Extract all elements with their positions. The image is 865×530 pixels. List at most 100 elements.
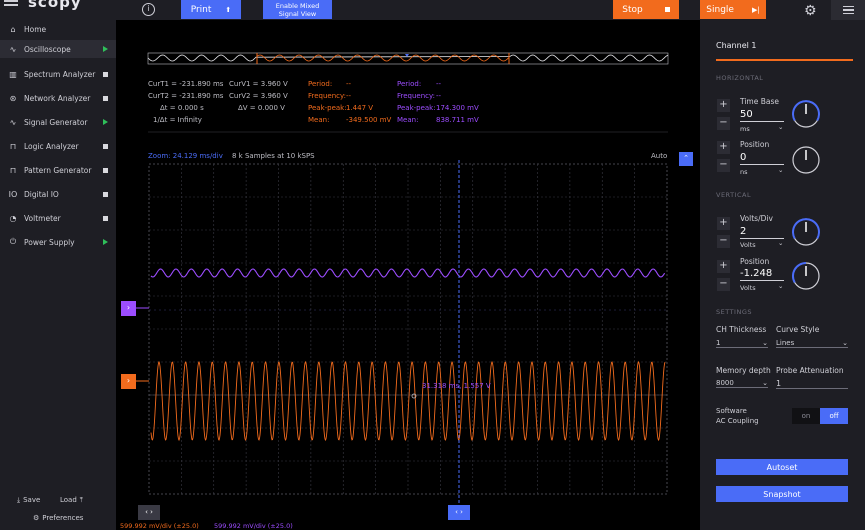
cursor-v2-readout: CurV2 = 3.960 V — [229, 92, 288, 100]
volts-div-plus-button[interactable]: + — [717, 217, 730, 230]
curve-style-value: Lines — [776, 339, 795, 347]
save-button[interactable]: ⤓ Save — [17, 496, 40, 505]
volts-div-minus-button[interactable]: − — [717, 235, 730, 248]
ac-coupling-toggle[interactable]: on off — [792, 408, 848, 424]
gear-icon[interactable]: ⚙ — [804, 3, 817, 19]
print-icon: ⬆ — [225, 5, 232, 14]
sidebar-item-oscilloscope[interactable]: ∿ Oscilloscope — [0, 40, 116, 58]
ch1-frequency-value: -- — [346, 92, 352, 100]
volts-div-label: Volts/Div — [740, 214, 773, 223]
ch2-offset-marker[interactable]: › — [121, 301, 136, 316]
sidebar-item-network-analyzer[interactable]: ⊛ Network Analyzer — [0, 89, 116, 107]
running-indicator-icon — [103, 119, 108, 125]
h-position-input[interactable]: 0 — [740, 152, 784, 165]
sidebar-item-icon: ◔ — [9, 213, 17, 223]
snapshot-button[interactable]: Snapshot — [716, 486, 848, 502]
time-base-unit-dropdown-icon[interactable]: ⌄ — [778, 123, 783, 131]
v-position-unit-dropdown-icon[interactable]: ⌄ — [778, 282, 783, 290]
sidebar-item-voltmeter[interactable]: ◔ Voltmeter — [0, 209, 116, 227]
delta-t-readout: Δt = 0.000 s — [160, 104, 204, 112]
probe-attenuation-input[interactable]: 1 — [776, 379, 848, 389]
sidebar-item-pattern-generator[interactable]: ⊓ Pattern Generator — [0, 161, 116, 179]
time-base-input[interactable]: 50 — [740, 109, 784, 122]
print-button[interactable]: Print ⬆ — [181, 0, 241, 19]
sidebar-item-power-supply[interactable]: ⏻ Power Supply — [0, 233, 116, 251]
stopped-indicator-icon — [103, 71, 108, 77]
ac-off-option[interactable]: off — [820, 408, 848, 424]
hamburger-icon[interactable] — [831, 0, 865, 20]
load-button[interactable]: Load ⤒ — [60, 496, 83, 505]
trigger-level-marker[interactable]: ⌃ — [679, 152, 693, 166]
ch1-offset-marker[interactable]: › — [121, 374, 136, 389]
h-position-unit-dropdown-icon[interactable]: ⌄ — [778, 166, 783, 174]
time-base-plus-button[interactable]: + — [717, 99, 730, 112]
h-scroll-handle[interactable]: ‹ › — [138, 505, 160, 520]
horizontal-section-label: HORIZONTAL — [716, 74, 764, 82]
memory-depth-label: Memory depth — [716, 366, 771, 375]
ch-thickness-dropdown[interactable]: 1 ⌄ — [716, 339, 768, 348]
sidebar-item-icon: ⊛ — [9, 93, 17, 103]
sidebar: ⌂ Home ∿ Oscilloscope ▥ Spectrum Analyzer ⊛ Net… — [0, 20, 116, 530]
oscilloscope-main: CurT1 = -231.890 ms CurT2 = -231.890 ms … — [116, 20, 700, 530]
ch-thickness-label: CH Thickness — [716, 325, 767, 334]
memory-depth-dropdown[interactable]: 8000 ⌄ — [716, 379, 768, 388]
sidebar-item-logic-analyzer[interactable]: ⊓ Logic Analyzer — [0, 137, 116, 155]
preferences-button[interactable]: ⚙ Preferences — [33, 514, 83, 522]
sidebar-item-icon: ⏻ — [9, 237, 17, 246]
v-position-minus-button[interactable]: − — [717, 278, 730, 291]
sidebar-item-spectrum-analyzer[interactable]: ▥ Spectrum Analyzer — [0, 65, 116, 83]
v-position-unit[interactable]: Volts — [740, 284, 756, 292]
single-button[interactable]: Single ▶| — [700, 0, 766, 19]
info-icon[interactable]: i — [142, 3, 155, 16]
menu-icon[interactable] — [4, 0, 18, 10]
sidebar-item-icon: IO — [8, 189, 18, 199]
v-position-knob[interactable] — [790, 260, 822, 292]
v-cursor-handle[interactable]: ‹ › — [448, 505, 470, 520]
ch1-mean-value: -349.500 mV — [346, 116, 392, 124]
autoset-button[interactable]: Autoset — [716, 459, 848, 475]
volts-div-knob[interactable] — [790, 216, 822, 248]
volts-div-input[interactable]: 2 — [740, 226, 784, 239]
sidebar-item-home[interactable]: ⌂ Home — [0, 20, 116, 38]
ch1-scale-label: 599.992 mV/div (±25.0) — [120, 522, 199, 530]
volts-div-unit[interactable]: Volts — [740, 241, 756, 249]
stopped-indicator-icon — [103, 143, 108, 149]
top-toolbar: scopy i Print ⬆ Enable Mixed Signal View… — [0, 0, 865, 20]
sidebar-item-signal-generator[interactable]: ∿ Signal Generator — [0, 113, 116, 131]
cursor-position-label: 31.318 ms, 1.557 V — [422, 382, 491, 390]
panel-title: Channel 1 — [716, 41, 757, 50]
curve-style-dropdown[interactable]: Lines ⌄ — [776, 339, 848, 348]
save-label: Save — [23, 496, 41, 504]
single-icon: ▶| — [751, 5, 760, 14]
software-label: Software — [716, 407, 747, 415]
enable-mixed-signal-button[interactable]: Enable Mixed Signal View — [263, 0, 332, 19]
preferences-label: Preferences — [42, 514, 84, 522]
single-label: Single — [706, 4, 734, 15]
ac-on-option[interactable]: on — [792, 408, 820, 424]
h-position-unit[interactable]: ns — [740, 168, 748, 176]
sidebar-item-icon: ∿ — [9, 44, 17, 54]
stopped-indicator-icon — [103, 95, 108, 101]
h-position-minus-button[interactable]: − — [717, 159, 730, 172]
stop-button[interactable]: Stop — [613, 0, 679, 19]
v-position-plus-button[interactable]: + — [717, 260, 730, 273]
memory-depth-value: 8000 — [716, 379, 734, 387]
sidebar-item-icon: ⌂ — [10, 24, 16, 34]
volts-div-unit-dropdown-icon[interactable]: ⌄ — [778, 239, 783, 247]
h-position-plus-button[interactable]: + — [717, 141, 730, 154]
time-base-unit[interactable]: ms — [740, 125, 750, 133]
ch1-period-label: Period: — [308, 80, 333, 88]
stop-icon — [664, 7, 670, 12]
v-position-input[interactable]: -1.248 — [740, 268, 784, 281]
sidebar-item-label: Signal Generator — [24, 117, 88, 127]
cursor-t2-readout: CurT2 = -231.890 ms — [148, 92, 224, 100]
time-base-knob[interactable] — [790, 98, 822, 130]
ch2-scale-label: 599.992 mV/div (±25.0) — [214, 522, 293, 530]
sidebar-item-label: Power Supply — [24, 237, 75, 247]
ch2-frequency-value: -- — [436, 92, 442, 100]
ch1-peak-peak-label: Peak-peak: — [308, 104, 347, 112]
sidebar-item-label: Digital IO — [24, 189, 59, 199]
sidebar-item-digital-io[interactable]: IO Digital IO — [0, 185, 116, 203]
time-base-minus-button[interactable]: − — [717, 117, 730, 130]
h-position-knob[interactable] — [790, 144, 822, 176]
